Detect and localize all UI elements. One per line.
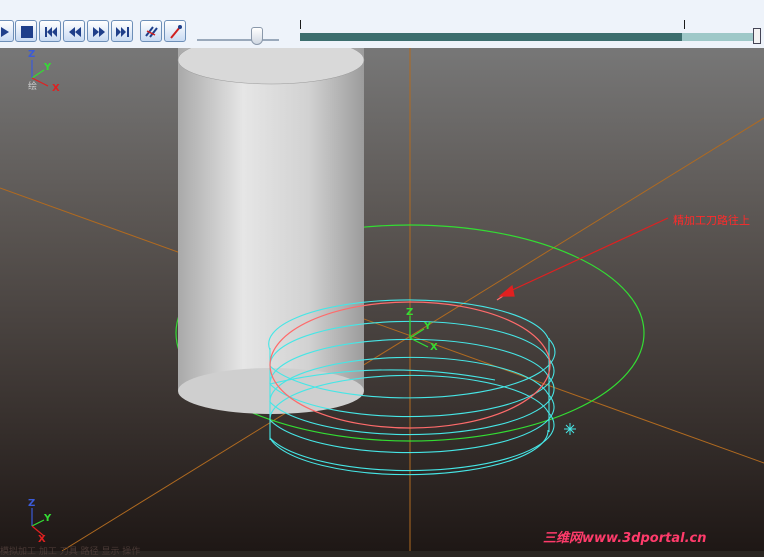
speed-slider-track[interactable]: [197, 39, 279, 41]
skip-end-icon: [116, 27, 129, 37]
view-bottom-z-label: Z: [28, 498, 35, 509]
finish-path-annotation: 精加工刀路往上: [673, 214, 750, 227]
progress-end-handle[interactable]: [753, 28, 761, 44]
rewind-icon: [69, 27, 81, 37]
view-top-y-label: Y: [43, 62, 52, 73]
point-marker: [564, 423, 576, 435]
local-z-label: Z: [406, 307, 413, 318]
view-triad-top: Z Y X 绘: [28, 49, 60, 94]
stop-icon: [21, 26, 33, 38]
stop-button[interactable]: [15, 20, 37, 42]
view-bottom-y-label: Y: [43, 513, 52, 524]
play-icon: [1, 27, 9, 37]
simulation-scene: Z Y X Z Y X 绘 Z Y X: [0, 48, 764, 551]
progress-start-tick: [300, 20, 301, 29]
world-axes: [0, 48, 764, 551]
view-top-z-label: Z: [28, 49, 35, 60]
local-y-label: Y: [423, 321, 432, 332]
go-to-end-button[interactable]: [111, 20, 133, 42]
go-to-start-button[interactable]: [39, 20, 61, 42]
simulation-progress-remaining: [681, 33, 754, 41]
simulation-toolbar: [0, 0, 764, 49]
skip-start-icon: [45, 27, 57, 37]
step-back-button[interactable]: [63, 20, 85, 42]
local-axis-triad: Z Y X: [406, 307, 438, 353]
site-watermark: 三维网www.3dportal.cn: [543, 531, 707, 546]
3d-viewport[interactable]: Z Y X Z Y X 绘 Z Y X: [0, 48, 764, 551]
local-x-label: X: [430, 342, 438, 353]
step-forward-button[interactable]: [87, 20, 109, 42]
show-tool-button[interactable]: [140, 20, 162, 42]
speed-slider-thumb[interactable]: [250, 27, 263, 45]
fast-forward-icon: [93, 27, 105, 37]
pen-icon: [170, 25, 182, 39]
show-toolpath-button[interactable]: [164, 20, 186, 42]
play-button[interactable]: [0, 20, 14, 42]
annotation-arrow: [498, 217, 669, 297]
view-top-extra-label: 绘: [28, 80, 37, 92]
y-axis-line: [61, 117, 764, 551]
x-axis-line: [0, 187, 764, 464]
tool-path-icon: [145, 26, 158, 38]
view-triad-bottom: Z Y X: [28, 498, 52, 545]
progress-position-tick: [684, 20, 685, 29]
view-top-x-label: X: [52, 83, 60, 94]
